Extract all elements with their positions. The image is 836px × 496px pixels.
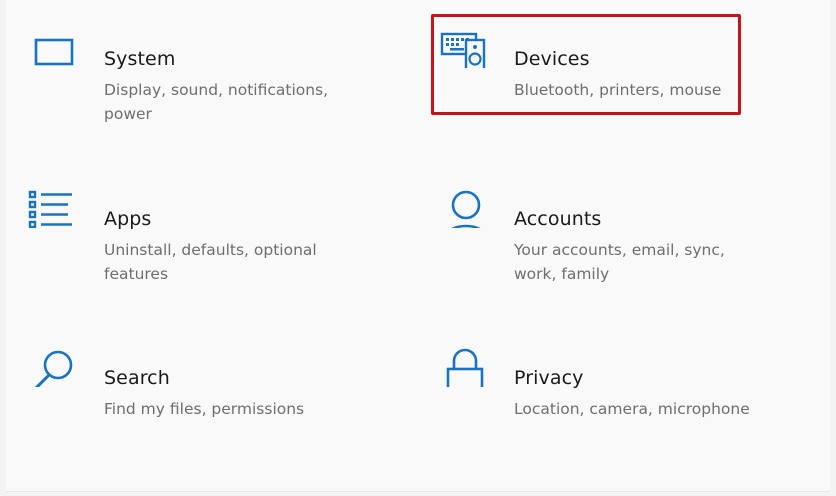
tile-description: Display, sound, notifications, power xyxy=(104,81,329,123)
settings-tile-devices[interactable]: Devices Bluetooth, printers, mouse xyxy=(436,12,766,112)
tile-description: Location, camera, microphone xyxy=(514,400,750,418)
tile-description: Bluetooth, printers, mouse xyxy=(514,81,722,99)
tile-title: Apps xyxy=(104,208,152,230)
tile-description: Uninstall, defaults, optional features xyxy=(104,241,317,283)
settings-tile-accounts[interactable]: Accounts Your accounts, email, sync, wor… xyxy=(436,172,766,283)
laptop-icon xyxy=(26,12,82,68)
apps-list-icon xyxy=(26,172,82,228)
settings-tile-search[interactable]: Search Find my files, permissions xyxy=(26,331,356,431)
search-icon xyxy=(26,331,82,387)
settings-panel: System Display, sound, notifications, po… xyxy=(6,0,830,492)
tile-description: Find my files, permissions xyxy=(104,400,305,418)
devices-icon xyxy=(436,12,492,68)
person-icon xyxy=(436,172,492,228)
tile-title: Privacy xyxy=(514,367,584,389)
settings-tile-system[interactable]: System Display, sound, notifications, po… xyxy=(26,12,356,123)
lock-icon xyxy=(436,331,492,387)
tile-title: System xyxy=(104,48,176,70)
tile-title: Accounts xyxy=(514,208,602,230)
tile-description: Your accounts, email, sync, work, family xyxy=(514,241,725,283)
settings-tile-privacy[interactable]: Privacy Location, camera, microphone xyxy=(436,331,766,431)
tile-title: Devices xyxy=(514,48,590,70)
tile-title: Search xyxy=(104,367,170,389)
settings-tile-apps[interactable]: Apps Uninstall, defaults, optional featu… xyxy=(26,172,356,283)
